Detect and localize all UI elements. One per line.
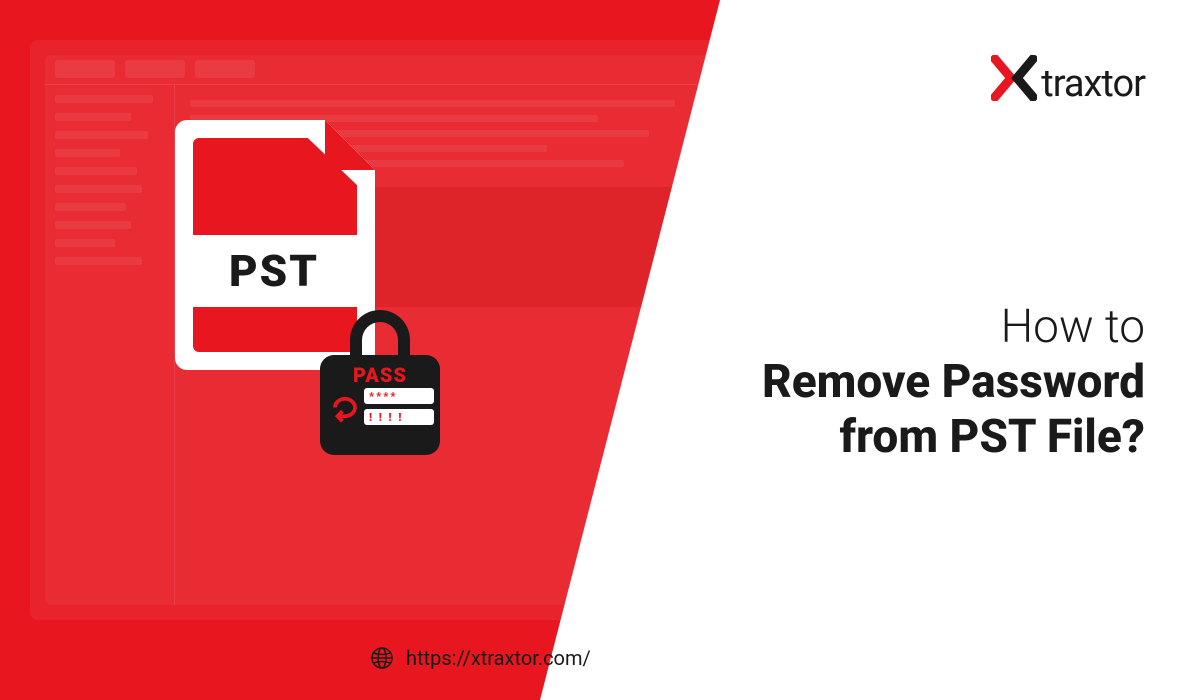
sidebar-placeholder: [55, 131, 148, 139]
headline-line2: Remove Password: [762, 355, 1145, 410]
screenshot-toolbar: [45, 55, 715, 85]
sidebar-placeholder: [55, 95, 153, 103]
sidebar-placeholder: [55, 203, 126, 211]
sidebar-placeholder: [55, 257, 142, 265]
password-field-error: ! ! ! !: [364, 409, 434, 425]
file-extension-label: PST: [179, 235, 369, 307]
sidebar-placeholder: [55, 149, 120, 157]
headline-line1: How to: [762, 300, 1145, 355]
screenshot-sidebar: [45, 85, 175, 605]
sidebar-placeholder: [55, 239, 115, 247]
toolbar-placeholder: [55, 60, 115, 78]
sidebar-placeholder: [55, 221, 131, 229]
headline-line3: from PST File?: [762, 410, 1145, 465]
headline: How to Remove Password from PST File?: [762, 300, 1145, 466]
website-url: https://xtraxtor.com/: [406, 646, 591, 670]
toolbar-placeholder: [125, 60, 185, 78]
website-url-section: https://xtraxtor.com/: [370, 646, 591, 670]
pass-label: PASS: [320, 363, 440, 387]
password-field-masked: ****: [364, 388, 434, 404]
brand-logo: traxtor: [991, 55, 1145, 113]
password-fields: **** ! ! ! !: [364, 388, 434, 430]
logo-x-mark: [991, 55, 1037, 113]
sidebar-placeholder: [55, 167, 137, 175]
content-placeholder: [190, 100, 675, 107]
toolbar-placeholder: [195, 60, 255, 78]
promo-banner: PST PASS **** ! ! ! ! traxtor: [0, 0, 1200, 700]
logo-brand-text: traxtor: [1041, 62, 1145, 106]
sidebar-placeholder: [55, 185, 142, 193]
lock-body: PASS **** ! ! ! !: [320, 355, 440, 455]
sidebar-placeholder: [55, 113, 131, 121]
globe-icon: [370, 646, 394, 670]
reset-arrow-icon: [330, 395, 360, 425]
padlock-icon: PASS **** ! ! ! !: [320, 310, 460, 470]
